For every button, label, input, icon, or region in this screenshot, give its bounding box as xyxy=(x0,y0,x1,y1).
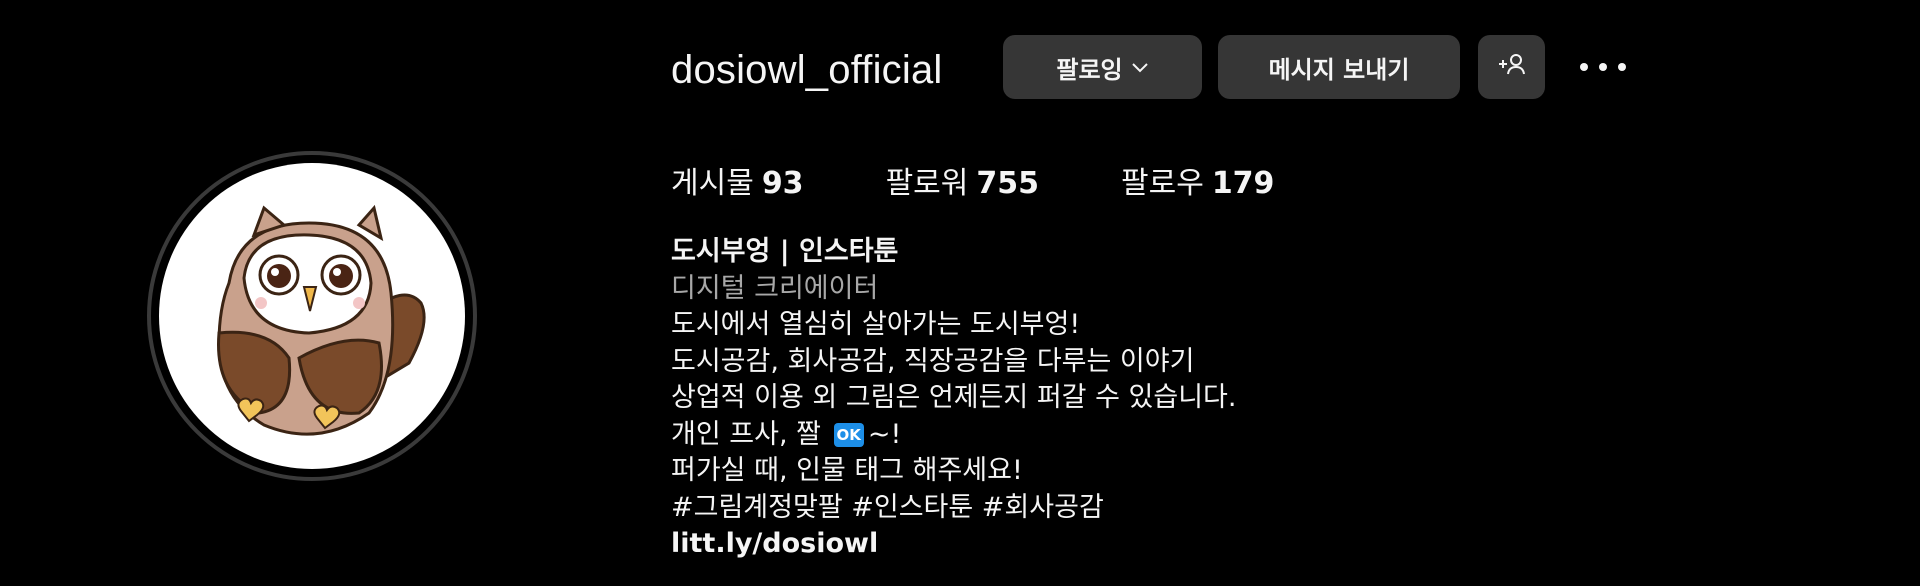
following-label: 팔로우 xyxy=(1121,166,1204,201)
bio-line: 도시공감, 회사공감, 직장공감을 다루는 이야기 xyxy=(671,345,1195,377)
followers-stat[interactable]: 팔로워 755 xyxy=(886,158,1039,202)
posts-label: 게시물 xyxy=(671,166,754,201)
bio-line: 상업적 이용 외 그림은 언제든지 퍼갈 수 있습니다. xyxy=(671,382,1237,413)
bio-line-text: 개인 프사, 짤 xyxy=(671,418,821,450)
avatar-ring[interactable] xyxy=(147,151,477,481)
bio: 도시부엉 | 인스타툰 디지털 크리에이터 도시에서 열심히 살아가는 도시부엉… xyxy=(671,234,1236,563)
more-dots-icon[interactable] xyxy=(1580,50,1626,84)
posts-stat[interactable]: 게시물 93 xyxy=(671,158,804,202)
add-user-icon xyxy=(1497,52,1527,82)
message-button-label: 메시지 보내기 xyxy=(1268,55,1410,84)
bio-line: 개인 프사, 짤 OK ~! xyxy=(671,417,1236,454)
following-stat[interactable]: 팔로우 179 xyxy=(1121,158,1274,202)
ok-emoji: OK xyxy=(833,422,864,447)
username: dosiowl_official xyxy=(671,48,943,92)
message-button[interactable]: 메시지 보내기 xyxy=(1218,35,1460,99)
bio-hashtags[interactable]: #그림계정맞팔 #인스타툰 #회사공감 xyxy=(671,490,1236,527)
bio-line: 퍼가실 때, 인물 태그 해주세요! xyxy=(671,455,1023,486)
followers-count: 755 xyxy=(976,166,1039,201)
category-label: 디지털 크리에이터 xyxy=(671,272,879,304)
bio-line: 도시에서 열심히 살아가는 도시부엉! xyxy=(671,309,1081,340)
owl-avatar-icon xyxy=(217,204,426,436)
display-name: 도시부엉 | 인스타툰 xyxy=(671,236,899,267)
following-button-label: 팔로잉 xyxy=(1056,55,1123,84)
posts-count: 93 xyxy=(761,166,804,201)
bio-link[interactable]: litt.ly/dosiowl xyxy=(671,526,1236,563)
following-button[interactable]: 팔로잉 xyxy=(1003,35,1202,99)
profile-stats: 게시물 93 팔로워 755 팔로우 179 xyxy=(671,158,1356,202)
following-count: 179 xyxy=(1211,166,1275,201)
bio-line-suffix: ~! xyxy=(867,418,902,450)
avatar[interactable] xyxy=(159,163,465,469)
add-user-button[interactable] xyxy=(1478,35,1545,99)
profile-header: dosiowl_official 팔로잉 메시지 보내기 게시물 93 팔로워 75… xyxy=(0,0,1920,586)
chevron-down-icon xyxy=(1131,61,1149,73)
followers-label: 팔로워 xyxy=(885,166,969,201)
